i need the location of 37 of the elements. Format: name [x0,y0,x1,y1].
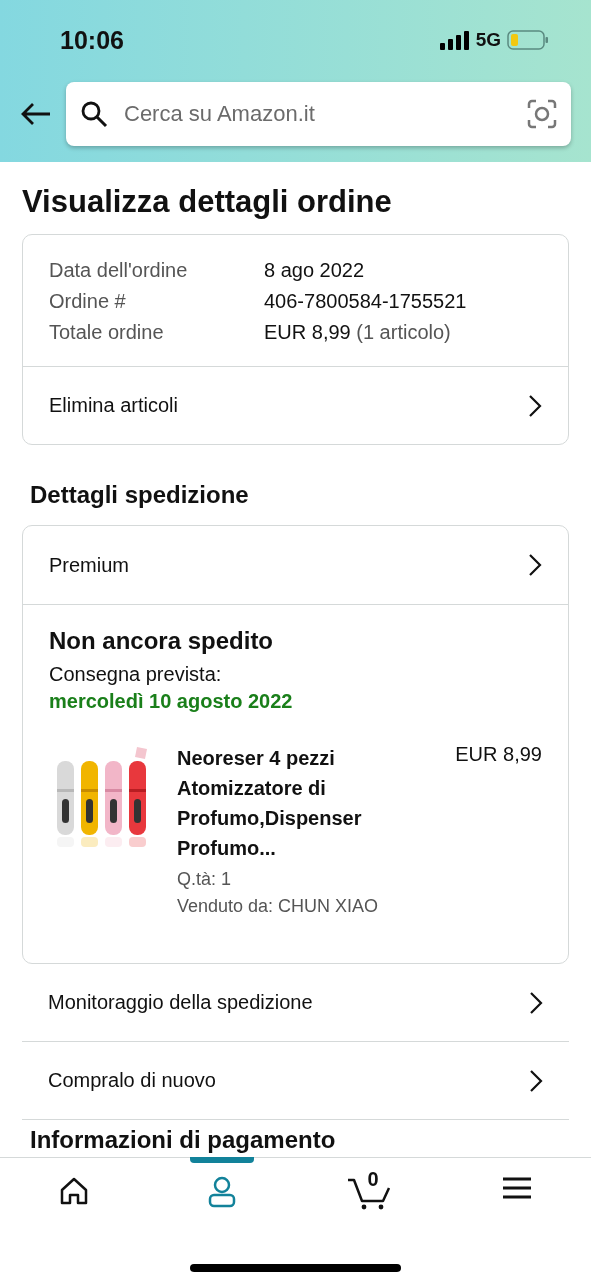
quantity-text: Q.tà: 1 [177,869,233,890]
account-icon[interactable] [206,1176,237,1208]
cart-count: 0 [367,1168,379,1191]
delivery-date: mercoledì 10 agosto 2022 [49,690,294,713]
battery-icon [507,30,549,50]
product-price: EUR 8,99 [454,743,542,767]
chevron-right-icon [529,990,543,1015]
action-row[interactable]: Compralo di nuovo [22,1042,569,1120]
action-row[interactable]: Monitoraggio della spedizione [22,964,569,1042]
delete-items-row[interactable]: Elimina articoli [23,366,568,444]
page-title: Visualizza dettagli ordine [22,184,393,220]
camera-icon[interactable] [527,99,557,129]
search-field[interactable]: Cerca su Amazon.it [66,82,571,146]
chevron-right-icon [528,393,542,418]
back-arrow-icon[interactable] [20,102,52,126]
status-time: 10:06 [60,25,124,55]
signal-icon [439,30,470,50]
summary-label: Data dell'ordine [49,259,189,282]
network-label: 5G [475,29,501,51]
summary-value: EUR 8,99 (1 articolo) [264,321,452,344]
section-heading: Informazioni di pagamento [30,1126,337,1154]
summary-value: 406-7800584-1755521 [264,290,468,313]
home-icon[interactable] [58,1176,89,1206]
menu-icon[interactable] [502,1176,533,1200]
summary-label: Totale ordine [49,321,165,344]
selected-indicator [189,1157,254,1163]
chevron-right-icon [529,1068,543,1093]
search-icon [80,100,108,128]
product-name-link[interactable]: Neoreser 4 pezzi Atomizzatore di Profumo,Dispenser Profumo... [177,743,392,863]
shipping-option-row[interactable]: Premium [23,526,568,604]
delivery-label: Consegna prevista: [49,663,223,686]
shipment-status: Non ancora spedito [49,627,275,655]
summary-value: 8 ago 2022 [264,259,366,282]
chevron-right-icon [528,553,542,577]
seller-text: Venduto da: CHUN XIAO [177,896,380,917]
summary-label: Ordine # [49,290,127,313]
section-heading: Dettagli spedizione [30,481,250,509]
